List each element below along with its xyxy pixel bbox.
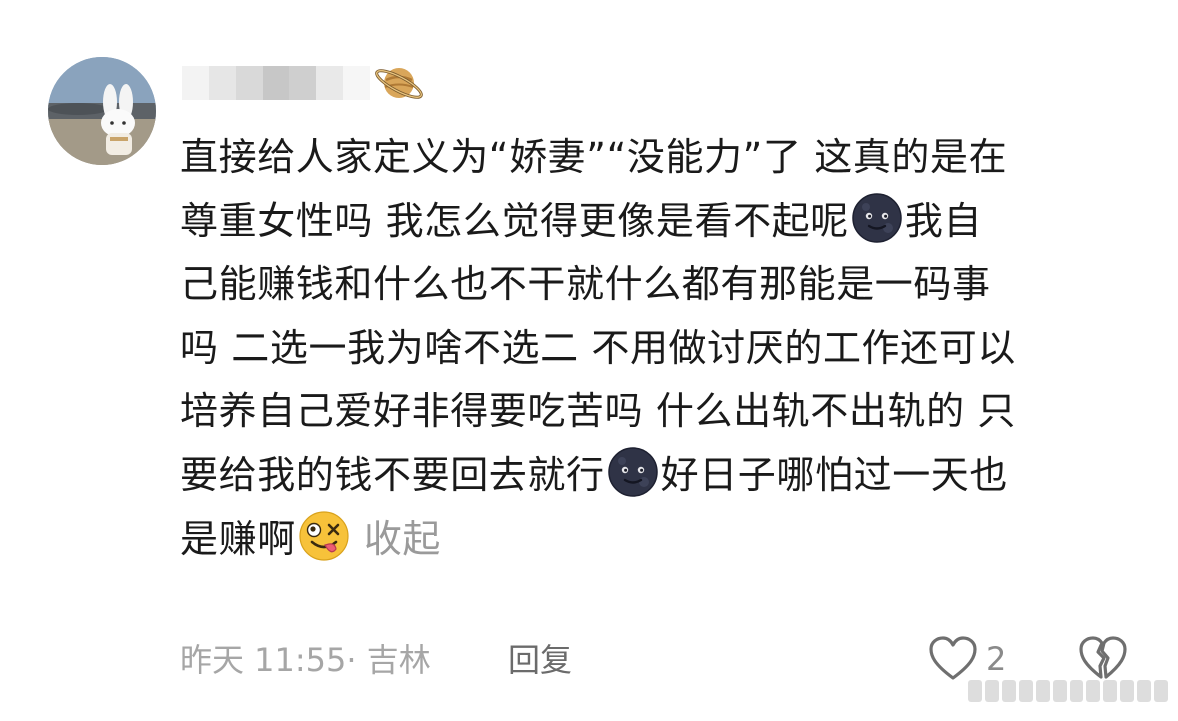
comment-line: 要给我的钱不要回去就行 好日子哪怕过一天也	[180, 444, 1140, 508]
saturn-planet-icon	[372, 58, 426, 108]
comment-text-segment: 直接给人家定义为“娇妻”“没能力”了 这真的是在	[180, 135, 1008, 179]
comment-line: 是赚啊 收起	[180, 508, 1140, 572]
watermark	[968, 676, 1169, 706]
comment-line: 尊重女性吗 我怎么觉得更像是看不起呢 我自	[180, 190, 1140, 254]
collapse-button[interactable]: 收起	[364, 517, 441, 561]
comment-line: 吗 二选一我为啥不选二 不用做讨厌的工作还可以	[180, 317, 1140, 381]
comment-meta: 昨天 11:55· 吉林	[180, 641, 431, 679]
reply-button[interactable]: 回复	[508, 638, 572, 682]
comment-text-segment: 培养自己爱好非得要吃苦吗 什么出轨不出轨的 只	[180, 389, 1016, 434]
comment-text: 直接给人家定义为“娇妻”“没能力”了 这真的是在 尊重女性吗 我怎么觉得更像是看不…	[180, 126, 1140, 571]
dark-moon-face-emoji	[607, 447, 658, 497]
comment-text-segment: 尊重女性吗 我怎么觉得更像是看不起呢	[180, 198, 849, 243]
comment-text-segment: 吗 二选一我为啥不选二 不用做讨厌的工作还可以	[180, 325, 1016, 370]
comment-text-segment: 要给我的钱不要回去就行	[180, 452, 605, 497]
comment-text-segment: 我自	[904, 198, 983, 243]
comment-line: 直接给人家定义为“娇妻”“没能力”了 这真的是在	[180, 126, 1140, 190]
username-blurred[interactable]	[182, 66, 371, 100]
like-count: 2	[986, 640, 1007, 678]
avatar[interactable]	[48, 57, 156, 165]
comment-text-segment: 己能赚钱和什么也不干就什么都有那能是一码事	[180, 262, 991, 307]
rabbit-plush-avatar-icon	[48, 57, 156, 165]
comment-text-segment: 好日子哪怕过一天也	[660, 452, 1009, 497]
comment-line: 己能赚钱和什么也不干就什么都有那能是一码事	[180, 253, 1140, 317]
comment-text-segment: 是赚啊	[180, 516, 296, 561]
zany-face-emoji	[299, 510, 349, 561]
dark-moon-face-emoji	[852, 192, 902, 243]
comment-line: 培养自己爱好非得要吃苦吗 什么出轨不出轨的 只	[180, 380, 1140, 444]
